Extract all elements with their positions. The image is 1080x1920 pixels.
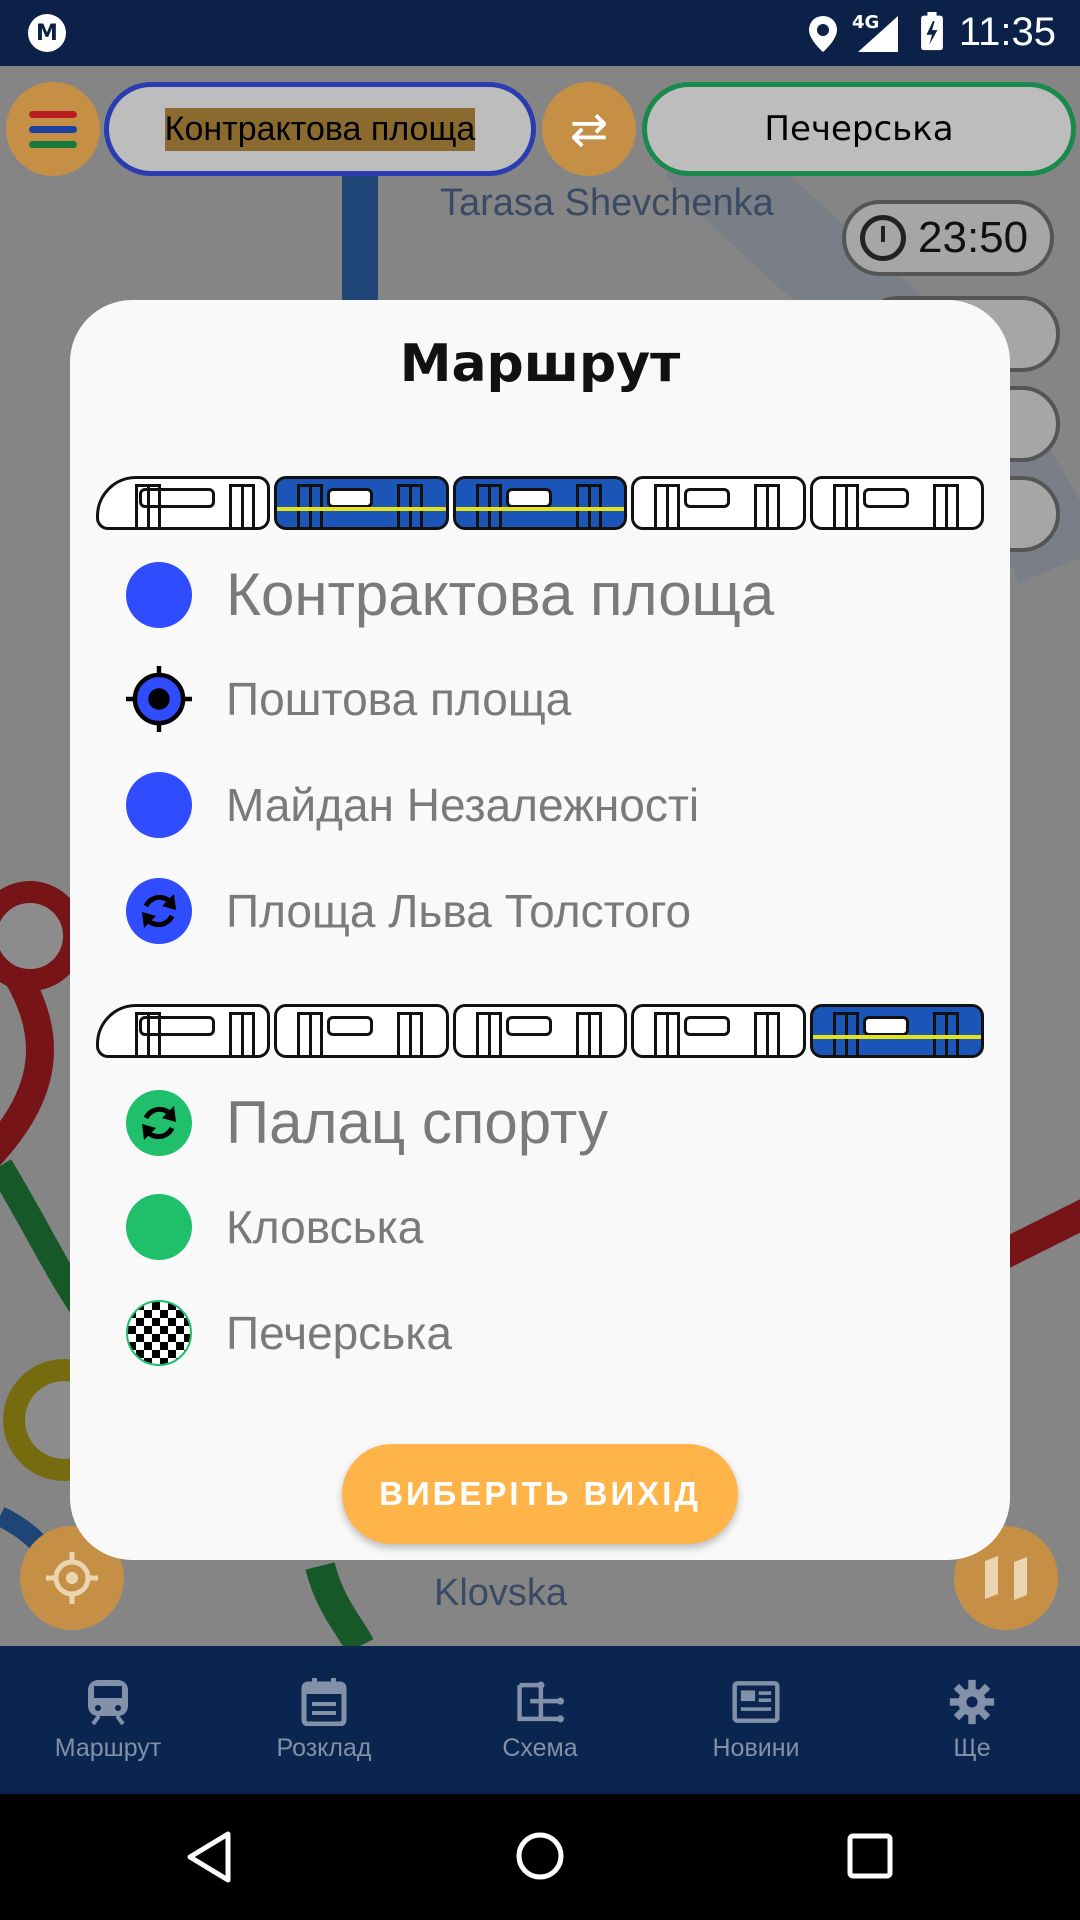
clock-icon — [860, 215, 906, 261]
swap-stations-button[interactable]: ⇄ — [542, 82, 636, 176]
crosshair-icon — [46, 1552, 98, 1604]
station-dot-icon — [126, 772, 192, 838]
train-car-1 — [96, 1004, 271, 1058]
train-car-2 — [274, 476, 449, 530]
stop-label: Кловська — [226, 1201, 424, 1253]
recents-icon[interactable] — [846, 1832, 894, 1880]
train-car-indicator-1 — [96, 476, 985, 532]
train-car-1 — [96, 476, 271, 530]
status-bar: M 4G 11:35 — [0, 0, 1080, 66]
stop-label: Контрактова площа — [226, 561, 775, 628]
stop-3: Майдан Незалежності — [126, 772, 699, 838]
nav-news[interactable]: Новини — [648, 1646, 864, 1794]
stop-4: Площа Льва Толстого — [126, 878, 691, 944]
route-dialog: Маршрут Контрактова площа Поштова площа … — [70, 300, 1010, 1560]
stop-label: Майдан Незалежності — [226, 779, 700, 831]
nav-label: Розклад — [276, 1733, 372, 1762]
signal-icon — [858, 16, 898, 52]
from-station-text: Контрактова площа — [164, 107, 476, 151]
stop-6: Кловська — [126, 1194, 423, 1260]
nav-route[interactable]: Маршрут — [0, 1646, 216, 1794]
menu-button[interactable] — [6, 82, 100, 176]
from-station-field[interactable]: Контрактова площа — [104, 82, 536, 176]
finish-flag-icon — [126, 1300, 192, 1366]
train-car-4 — [631, 476, 806, 530]
departure-time-pill[interactable]: 23:50 — [842, 200, 1054, 276]
train-car-5 — [809, 1004, 985, 1058]
nav-label: Маршрут — [54, 1733, 162, 1762]
to-station-field[interactable]: Печерська — [642, 82, 1076, 176]
stop-2: Поштова площа — [126, 666, 571, 732]
clock-time: 11:35 — [958, 10, 1056, 54]
choose-exit-button[interactable]: ВИБЕРІТЬ ВИХІД — [342, 1444, 738, 1544]
train-car-indicator-2 — [96, 1004, 985, 1060]
dialog-title: Маршрут — [399, 334, 681, 394]
train-car-5 — [809, 476, 985, 530]
back-icon[interactable] — [184, 1830, 234, 1884]
to-station-text: Печерська — [764, 109, 954, 149]
transfer-icon — [126, 878, 192, 944]
nav-label: Схема — [502, 1733, 578, 1762]
stop-label: Палац спорту — [226, 1089, 608, 1156]
home-icon[interactable] — [514, 1830, 566, 1882]
calendar-icon — [300, 1677, 348, 1726]
bottom-navigation: Маршрут Розклад Схема Новини Ще — [0, 1646, 1080, 1794]
nav-label: Новини — [712, 1733, 800, 1762]
stop-label: Поштова площа — [226, 673, 572, 725]
stop-5: Палац спорту — [126, 1088, 608, 1157]
train-icon — [84, 1678, 132, 1726]
news-icon — [732, 1678, 780, 1726]
location-icon — [809, 16, 837, 52]
transfer-icon — [126, 1089, 192, 1156]
map-icon — [985, 1556, 1027, 1600]
station-dot-icon — [126, 1194, 192, 1260]
stop-1: Контрактова площа — [126, 560, 774, 629]
current-location-icon — [126, 666, 192, 732]
train-car-4 — [631, 1004, 806, 1058]
train-car-3 — [452, 476, 628, 530]
station-dot-icon — [126, 561, 192, 628]
stop-label: Площа Льва Толстого — [226, 885, 692, 937]
scheme-icon — [516, 1678, 564, 1726]
nav-more[interactable]: Ще — [864, 1646, 1080, 1794]
train-car-2 — [274, 1004, 449, 1058]
nav-schedule[interactable]: Розклад — [216, 1646, 432, 1794]
battery-charging-icon — [921, 12, 943, 51]
metro-logo-icon: M — [28, 14, 66, 52]
train-car-3 — [452, 1004, 628, 1058]
gear-icon — [948, 1678, 996, 1726]
departure-time: 23:50 — [918, 213, 1029, 262]
nav-label: Ще — [953, 1733, 991, 1762]
android-navigation-bar — [0, 1794, 1080, 1920]
stop-7: Печерська — [126, 1300, 452, 1366]
stop-label: Печерська — [226, 1307, 452, 1359]
nav-scheme[interactable]: Схема — [432, 1646, 648, 1794]
swap-icon: ⇄ — [569, 102, 609, 156]
